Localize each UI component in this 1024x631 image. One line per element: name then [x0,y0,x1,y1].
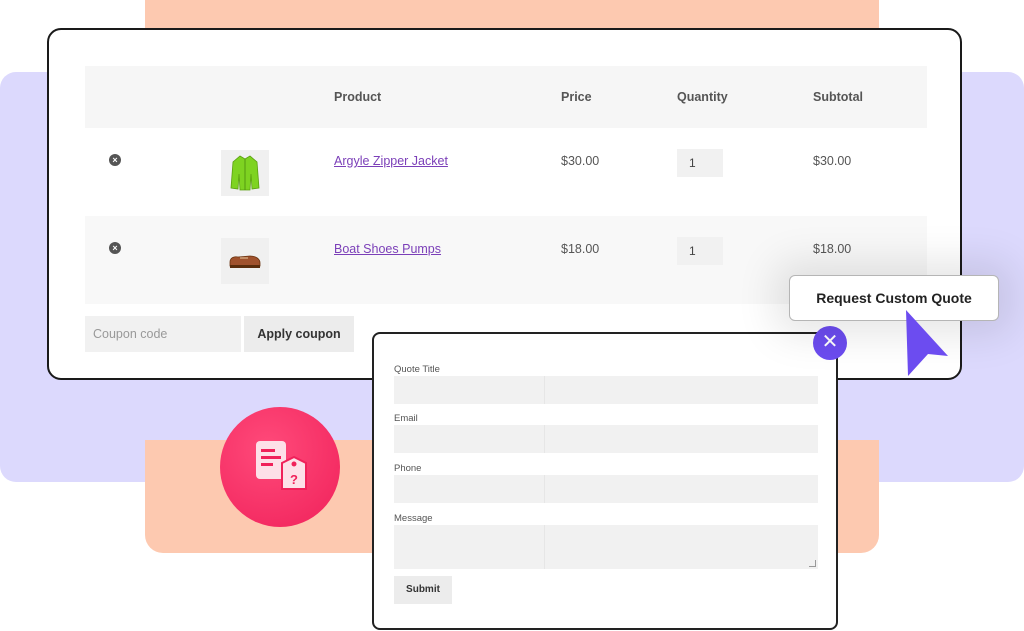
remove-circle-icon[interactable]: × [109,242,121,254]
product-price: $18.00 [561,242,600,256]
cursor-arrow-icon [906,310,948,376]
message-label: Message [394,513,433,524]
product-thumbnail-shoes[interactable] [221,238,269,284]
submit-button[interactable]: Submit [394,576,452,604]
resize-handle-icon[interactable] [809,560,816,567]
header-quantity: Quantity [677,90,728,104]
header-subtotal: Subtotal [813,90,863,104]
request-custom-quote-button[interactable]: Request Custom Quote [789,275,999,321]
product-thumbnail-jacket[interactable] [221,150,269,196]
close-icon[interactable]: ✕ [813,326,847,360]
apply-coupon-button[interactable]: Apply coupon [244,316,354,352]
email-label: Email [394,413,418,424]
quote-badge: ? [220,407,340,527]
phone-input[interactable] [394,475,818,503]
svg-text:?: ? [290,472,298,487]
header-price: Price [561,90,592,104]
quote-form: Quote Title Email Phone Message Submit [372,332,838,630]
cart-table-header: Product Price Quantity Subtotal [85,66,927,128]
remove-circle-icon[interactable]: × [109,154,121,166]
quantity-input[interactable]: 1 [677,237,723,265]
product-link[interactable]: Boat Shoes Pumps [334,242,441,256]
product-subtotal: $18.00 [813,242,852,256]
shoe-icon [229,255,261,268]
product-link[interactable]: Argyle Zipper Jacket [334,154,448,168]
header-product: Product [334,90,382,104]
quote-title-label: Quote Title [394,364,440,375]
jacket-icon [230,155,260,191]
email-input[interactable] [394,425,818,453]
cart-table: Product Price Quantity Subtotal × Argyle… [85,66,927,304]
quote-title-input[interactable] [394,376,818,404]
quantity-input[interactable]: 1 [677,149,723,177]
table-row: × Argyle Zipper Jacket $30.00 1 $30.00 [85,128,927,216]
quote-document-icon: ? [256,441,307,490]
product-price: $30.00 [561,154,600,168]
coupon-input[interactable]: Coupon code [85,316,241,352]
phone-label: Phone [394,463,422,474]
product-subtotal: $30.00 [813,154,852,168]
message-textarea[interactable] [394,525,818,569]
